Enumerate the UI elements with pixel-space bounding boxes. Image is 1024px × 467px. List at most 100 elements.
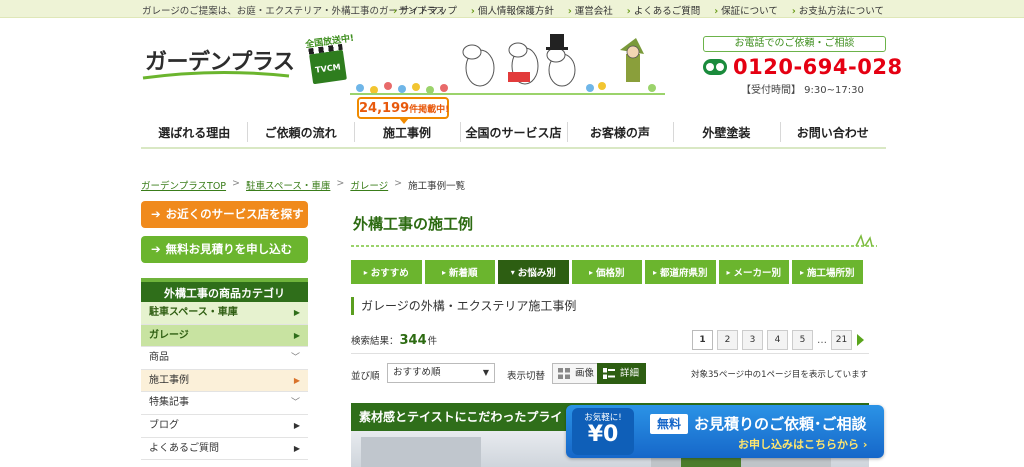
list-view-icon (603, 368, 615, 379)
sort-select[interactable]: おすすめ順 ▼ (387, 363, 495, 383)
sidebar-item-label: ブログ (149, 419, 179, 431)
main-nav: 選ばれる理由 ご依頼の流れ 施工事例 全国のサービス店 お客様の声 外壁塗装 お… (141, 116, 886, 148)
sidebar-item-features[interactable]: 特集記事 ﹀ (141, 392, 308, 415)
page-info: 対象35ページ中の1ページ目を表示しています (691, 370, 869, 380)
sort-label: 並び順 (351, 371, 380, 382)
link-privacy[interactable]: 個人情報保護方針 (471, 3, 554, 17)
results-count: 344 (399, 333, 427, 348)
view-image-label: 画像 (575, 368, 595, 379)
category-title: 外構工事の商品カテゴリ (141, 278, 308, 302)
view-image-button[interactable]: 画像 (552, 363, 602, 384)
nav-painting[interactable]: 外壁塗装 (673, 116, 779, 148)
pagination-ellipsis: … (817, 334, 827, 346)
sidebar-item-label: 商品 (149, 352, 169, 364)
link-faq[interactable]: よくあるご質問 (627, 3, 701, 17)
pagination: 1 2 3 4 5 … 21 (692, 330, 864, 350)
phone-number[interactable]: 0120-694-028 (733, 55, 903, 79)
section-subheading: ガレージの外構・エクステリア施工事例 (351, 297, 576, 315)
nav-flow[interactable]: ご依頼の流れ (247, 116, 353, 148)
phone-line[interactable]: 0120-694-028 (703, 55, 903, 79)
nav-voices[interactable]: お客様の声 (566, 116, 673, 148)
case-count-suffix: 件掲載中! (409, 105, 450, 115)
page-1[interactable]: 1 (692, 330, 713, 350)
banner-title: お見積りのご依頼･ご相談 (694, 415, 867, 433)
estimate-banner[interactable]: お気軽に! ¥0 無料 お見積りのご依頼･ご相談 お申し込みはこちらから (566, 405, 884, 458)
nav-contact[interactable]: お問い合わせ (779, 116, 886, 148)
breadcrumb-top[interactable]: ガーデンプラスTOP (141, 178, 226, 192)
tvcm-label: TVCM (314, 62, 342, 75)
caret-right-icon: ▶ (293, 308, 300, 317)
sidebar-item-garage[interactable]: ガレージ ▶ (141, 324, 308, 348)
free-estimate-label: 無料お見積りを申し込む (165, 242, 293, 256)
link-payment[interactable]: お支払方法について (792, 3, 884, 17)
tab-newest[interactable]: 新着順 (424, 260, 495, 284)
free-estimate-button[interactable]: ➔ 無料お見積りを申し込む (141, 236, 308, 263)
find-service-button[interactable]: ➔ お近くのサービス店を探す (141, 201, 308, 228)
case-title: 素材感とテイストにこだわったプライ (359, 410, 563, 424)
sidebar-item-parking[interactable]: 駐車スペース・車庫 ▶ (141, 302, 308, 325)
sidebar-item-blog[interactable]: ブログ ▶ (141, 415, 308, 438)
sort-value: おすすめ順 (393, 367, 441, 378)
page-last[interactable]: 21 (831, 330, 852, 350)
sidebar-item-products[interactable]: 商品 ﹀ (141, 347, 308, 370)
tab-by-concern[interactable]: お悩み別 (498, 260, 569, 284)
top-bar: ガレージのご提案は、お庭・エクステリア・外構工事のガーデンプラス サイトマップ … (0, 0, 1024, 18)
caret-right-icon: ▶ (293, 375, 300, 385)
sidebar-item-faq[interactable]: よくあるご質問 ▶ (141, 438, 308, 461)
nav-reasons[interactable]: 選ばれる理由 (141, 116, 247, 148)
next-page-icon[interactable] (857, 334, 864, 346)
tab-by-location[interactable]: 施工場所別 (792, 260, 863, 284)
caret-right-icon: ▶ (293, 330, 300, 340)
freedial-icon (703, 59, 727, 75)
caret-right-icon: ▶ (293, 443, 300, 453)
link-sitemap[interactable]: サイトマップ (393, 3, 457, 17)
case-count-number: 24,199 (359, 101, 410, 116)
photo-building (361, 437, 481, 467)
grass-divider-icon (351, 234, 877, 247)
breadcrumb-garage[interactable]: ガレージ (350, 178, 388, 192)
breadcrumb-current: 施工事例一覧 (408, 181, 466, 192)
category-box: 外構工事の商品カテゴリ 駐車スペース・車庫 ▶ ガレージ ▶ 商品 ﹀ 施工事例 ▶ 特… (141, 278, 308, 461)
breadcrumb: ガーデンプラスTOP > 駐車スペース・車庫 > ガレージ > 施工事例一覧 (141, 178, 465, 192)
arrow-right-icon: ➔ (151, 207, 161, 221)
tab-by-maker[interactable]: メーカー別 (718, 260, 789, 284)
arrow-right-icon: ➔ (151, 242, 161, 256)
dropdown-arrow-icon: ▼ (482, 368, 489, 377)
nav-shops[interactable]: 全国のサービス店 (460, 116, 566, 148)
breadcrumb-parking[interactable]: 駐車スペース・車庫 (246, 178, 330, 192)
link-company[interactable]: 運営会社 (568, 3, 613, 17)
nav-cases[interactable]: 施工事例 (353, 116, 460, 148)
sidebar-item-label: よくあるご質問 (149, 442, 219, 454)
tab-recommended[interactable]: おすすめ (351, 260, 422, 284)
breadcrumb-separator: > (336, 178, 345, 189)
zero-yen-value: ¥0 (587, 422, 619, 447)
link-warranty[interactable]: 保証について (714, 3, 778, 17)
page-5[interactable]: 5 (792, 330, 813, 350)
sidebar-item-label: 特集記事 (149, 397, 189, 409)
sidebar-item-label: ガレージ (149, 329, 189, 341)
sidebar-item-cases[interactable]: 施工事例 ▶ (141, 369, 308, 393)
filter-tabs: おすすめ 新着順 お悩み別 価格別 都道府県別 メーカー別 施工場所別 (351, 260, 863, 284)
results-suffix: 件 (427, 336, 438, 347)
moomin-illustration (350, 34, 665, 95)
view-toggle-label: 表示切替 (507, 371, 546, 382)
view-detail-button[interactable]: 詳細 (597, 363, 647, 384)
page-3[interactable]: 3 (742, 330, 763, 350)
results-prefix: 検索結果： (351, 336, 399, 347)
banner-cta[interactable]: お申し込みはこちらから (738, 436, 867, 452)
page-title: 外構工事の施工例 (353, 215, 474, 233)
pagination-divider (351, 353, 869, 354)
tab-by-prefecture[interactable]: 都道府県別 (645, 260, 716, 284)
view-detail-label: 詳細 (620, 368, 640, 379)
breadcrumb-separator: > (232, 178, 241, 189)
sidebar-item-label: 駐車スペース・車庫 (149, 307, 238, 318)
site-logo[interactable]: ガーデンプラス (141, 40, 295, 84)
page-2[interactable]: 2 (717, 330, 738, 350)
zero-yen-badge: お気軽に! ¥0 (572, 408, 634, 455)
chevron-down-icon: ﹀ (290, 398, 300, 409)
utility-links: サイトマップ 個人情報保護方針 運営会社 よくあるご質問 保証について お支払方… (393, 3, 884, 17)
page-4[interactable]: 4 (767, 330, 788, 350)
nav-divider (141, 147, 886, 149)
tab-by-price[interactable]: 価格別 (571, 260, 642, 284)
chevron-down-icon: ﹀ (290, 353, 300, 364)
